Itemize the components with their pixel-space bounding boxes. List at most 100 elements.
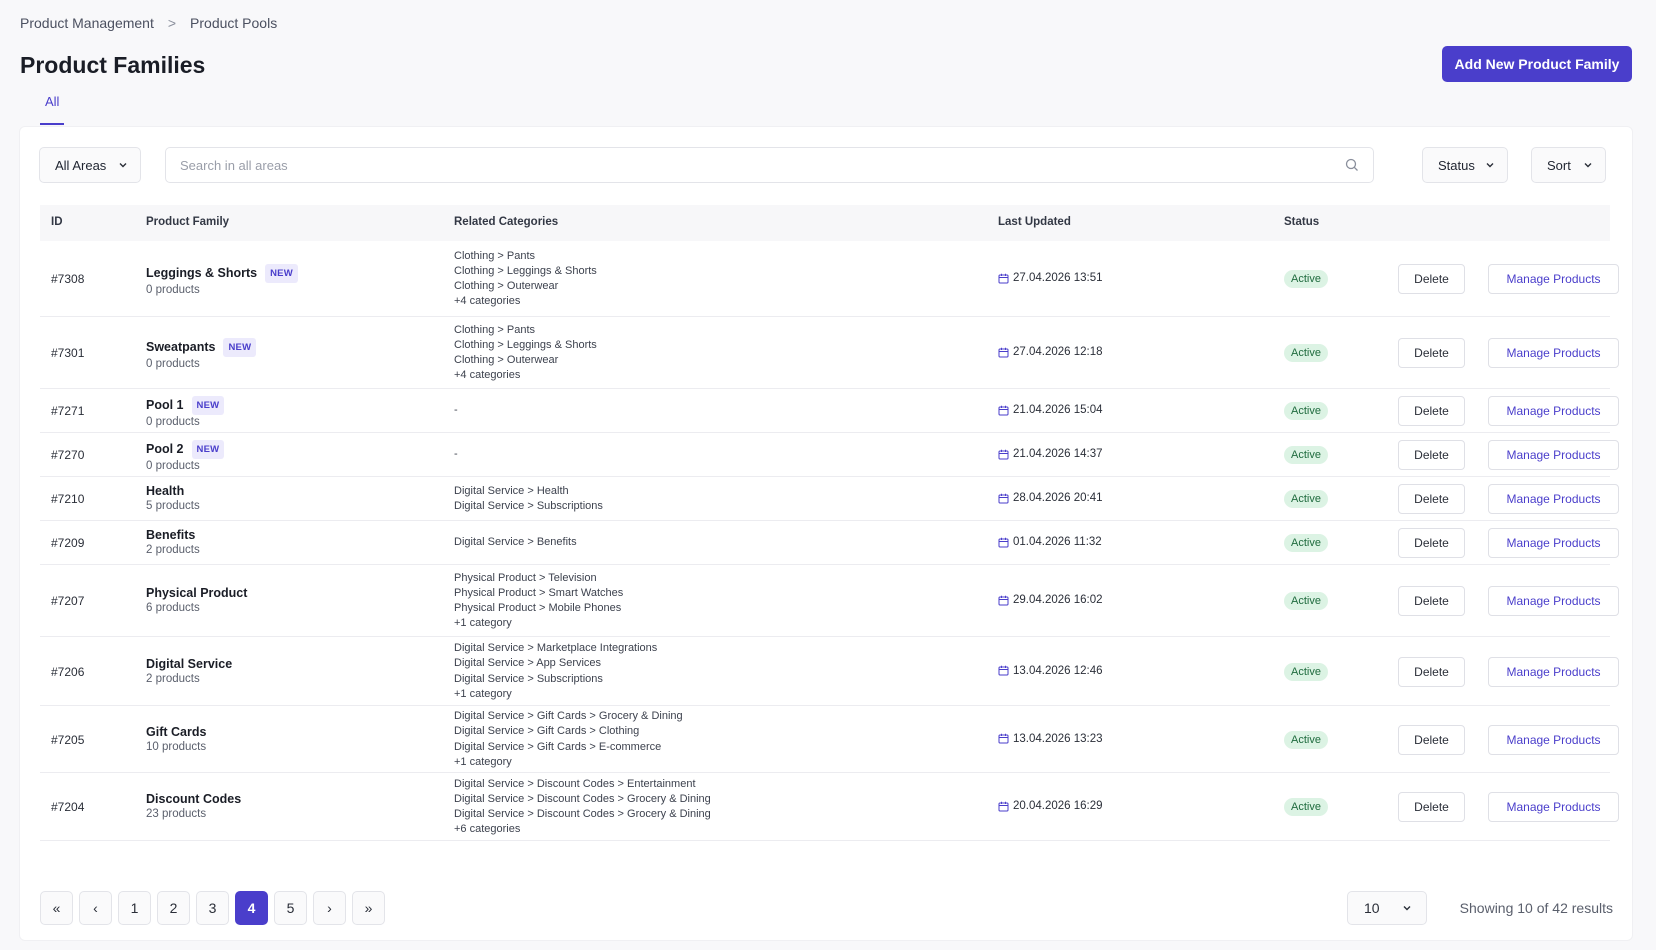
related-category: Digital Service > App Services xyxy=(454,657,602,670)
status-badge: Active xyxy=(1284,344,1328,362)
related-category: Digital Service > Gift Cards > Grocery &… xyxy=(454,710,683,723)
new-badge: NEW xyxy=(265,264,298,283)
manage-products-button[interactable]: Manage Products xyxy=(1488,440,1619,470)
delete-button[interactable]: Delete xyxy=(1398,656,1465,687)
page-button-1[interactable]: 1 xyxy=(118,891,151,925)
product-family-name: Pool 1 xyxy=(146,398,184,412)
chevron-down-icon xyxy=(119,163,127,168)
related-category: Digital Service > Subscriptions xyxy=(454,672,603,685)
table-header: ID Product Family Related Categories Las… xyxy=(40,205,1610,241)
add-product-family-button[interactable]: Add New Product Family xyxy=(1442,46,1632,82)
search-input[interactable] xyxy=(180,157,1345,173)
page-button-2[interactable]: 2 xyxy=(157,891,190,925)
delete-button[interactable]: Delete xyxy=(1398,440,1465,470)
status-cell: Active xyxy=(1284,730,1328,749)
related-categories-cell: Clothing > Pants Clothing > Leggings & Sh… xyxy=(454,249,597,310)
delete-button[interactable]: Delete xyxy=(1398,264,1465,294)
product-family-name: Discount Codes xyxy=(146,792,242,806)
related-category: Clothing > Pants xyxy=(454,323,536,336)
last-updated-cell: 28.04.2026 20:41 xyxy=(998,492,1103,504)
related-category: +4 categories xyxy=(454,369,521,382)
related-category: Physical Product > Mobile Phones xyxy=(454,602,622,614)
product-family-cell: Pool 2 NEW 0 products xyxy=(146,440,225,474)
product-family-name: Health xyxy=(146,484,185,498)
delete-button[interactable]: Delete xyxy=(1398,724,1465,755)
page-button-3[interactable]: 3 xyxy=(196,891,229,925)
calendar-icon xyxy=(998,537,1009,547)
status-cell: Active xyxy=(1284,489,1328,508)
breadcrumb-item-product-management[interactable]: Product Management xyxy=(20,15,154,31)
related-category: Digital Service > Health xyxy=(454,484,569,497)
manage-products-button[interactable]: Manage Products xyxy=(1488,396,1619,426)
related-category: Physical Product > Smart Watches xyxy=(454,586,624,599)
row-id: #7206 xyxy=(51,664,85,679)
first-page-button[interactable]: « xyxy=(40,891,73,925)
related-category: Digital Service > Benefits xyxy=(454,536,577,549)
last-updated-cell: 21.04.2026 15:04 xyxy=(998,404,1103,416)
manage-products-button[interactable]: Manage Products xyxy=(1488,338,1619,368)
delete-button[interactable]: Delete xyxy=(1398,792,1465,822)
last-updated-value: 13.04.2026 13:23 xyxy=(1013,732,1103,745)
manage-products-button[interactable]: Manage Products xyxy=(1488,724,1619,755)
page-button-4-current[interactable]: 4 xyxy=(235,891,268,925)
status-badge: Active xyxy=(1284,730,1328,749)
product-family-cell: Pool 1 NEW 0 products xyxy=(146,396,225,430)
per-page-value: 10 xyxy=(1364,900,1380,916)
row-id: #7205 xyxy=(51,732,85,747)
status-cell: Active xyxy=(1284,533,1328,552)
last-updated-cell: 27.04.2026 12:18 xyxy=(998,346,1103,358)
manage-products-button[interactable]: Manage Products xyxy=(1488,528,1619,558)
delete-button[interactable]: Delete xyxy=(1398,338,1465,368)
related-category: Clothing > Leggings & Shorts xyxy=(454,338,597,351)
status-badge: Active xyxy=(1284,592,1328,610)
column-header-product-family: Product Family xyxy=(146,216,230,228)
search-icon xyxy=(1345,158,1358,171)
product-family-cell: Digital Service 2 products xyxy=(146,657,232,687)
chevron-down-icon xyxy=(1486,163,1494,168)
delete-button[interactable]: Delete xyxy=(1398,586,1465,616)
related-category: +6 categories xyxy=(454,823,521,836)
per-page-select[interactable]: 10 xyxy=(1347,891,1427,925)
manage-products-button[interactable]: Manage Products xyxy=(1488,656,1619,687)
calendar-icon xyxy=(998,595,1009,605)
status-filter-dropdown[interactable]: Status xyxy=(1422,147,1508,183)
table-row: #7204 Discount Codes 23 products Digital Se… xyxy=(40,773,1619,841)
related-categories-cell: - xyxy=(454,403,458,418)
status-badge: Active xyxy=(1284,490,1328,508)
status-filter-label: Status xyxy=(1438,157,1475,173)
new-badge: NEW xyxy=(191,440,225,459)
table-row: #7271 Pool 1 NEW 0 products - 21.04.2026 15:0… xyxy=(40,389,1619,433)
status-badge: Active xyxy=(1284,446,1328,464)
page-button-5[interactable]: 5 xyxy=(274,891,307,925)
last-updated-cell: 29.04.2026 16:02 xyxy=(998,594,1103,606)
last-updated-value: 21.04.2026 15:04 xyxy=(1013,404,1103,416)
manage-products-button[interactable]: Manage Products xyxy=(1488,264,1619,294)
area-filter-label: All Areas xyxy=(55,157,107,173)
delete-button[interactable]: Delete xyxy=(1398,396,1465,426)
last-page-button[interactable]: » xyxy=(352,891,385,925)
next-page-button[interactable]: › xyxy=(313,891,346,925)
row-id: #7204 xyxy=(51,800,85,814)
tab-all[interactable]: All xyxy=(40,88,65,125)
last-updated-cell: 27.04.2026 13:51 xyxy=(998,272,1103,284)
table-row: #7206 Digital Service 2 products Digital Se… xyxy=(40,637,1619,706)
related-categories-cell: Physical Product > Television Physical Pr… xyxy=(454,571,623,632)
related-categories-cell: - xyxy=(454,447,458,462)
delete-button[interactable]: Delete xyxy=(1398,528,1465,558)
previous-page-button[interactable]: ‹ xyxy=(79,891,112,925)
breadcrumb-separator: > xyxy=(167,15,177,31)
product-count: 0 products xyxy=(146,358,200,370)
sort-dropdown[interactable]: Sort xyxy=(1531,147,1606,183)
manage-products-button[interactable]: Manage Products xyxy=(1488,792,1619,822)
related-category: Digital Service > Discount Codes > Enter… xyxy=(454,777,696,790)
last-updated-cell: 13.04.2026 12:46 xyxy=(998,665,1103,677)
manage-products-button[interactable]: Manage Products xyxy=(1488,586,1619,616)
product-count: 2 products xyxy=(146,544,200,556)
last-updated-cell: 13.04.2026 13:23 xyxy=(998,733,1103,745)
manage-products-button[interactable]: Manage Products xyxy=(1488,484,1619,514)
search-field[interactable] xyxy=(165,147,1374,183)
product-family-cell: Physical Product 6 products xyxy=(146,586,247,616)
delete-button[interactable]: Delete xyxy=(1398,484,1465,514)
row-id: #7210 xyxy=(51,492,85,506)
area-filter-dropdown[interactable]: All Areas xyxy=(39,147,141,183)
